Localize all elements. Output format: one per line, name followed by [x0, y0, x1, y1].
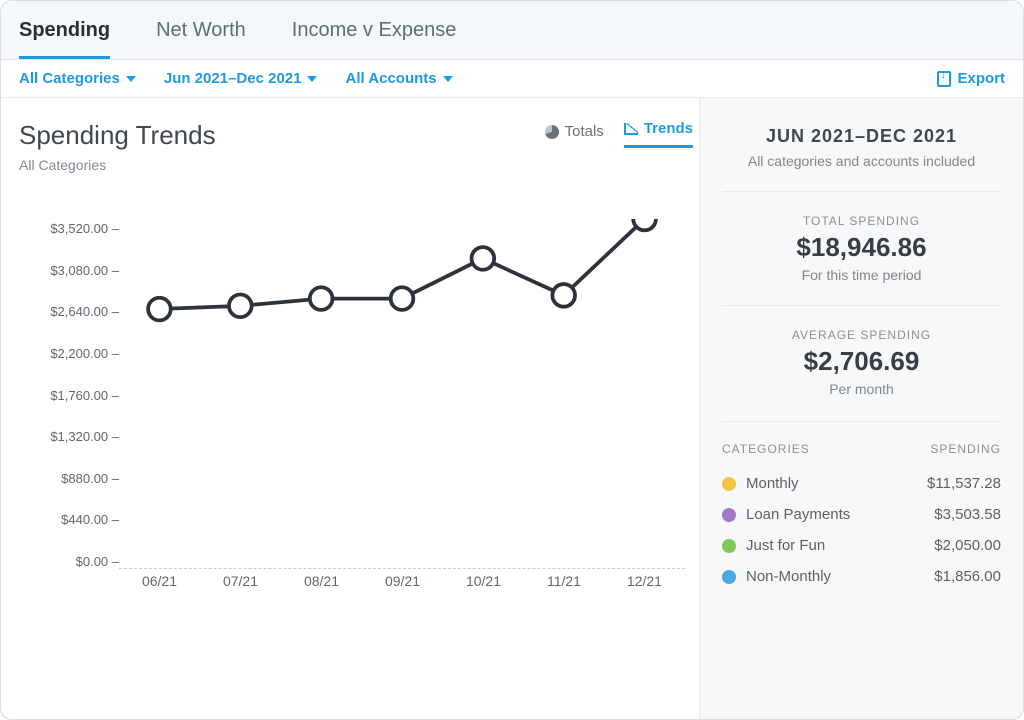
export-label: Export: [957, 70, 1005, 87]
x-tick: 07/21: [223, 573, 258, 599]
category-row[interactable]: Monthly $11,537.28: [722, 468, 1001, 499]
export-icon: [937, 71, 951, 87]
view-totals[interactable]: Totals: [545, 123, 604, 148]
y-tick: $0.00 –: [76, 554, 119, 569]
summary-panel: JUN 2021–DEC 2021 All categories and acc…: [699, 98, 1023, 719]
y-tick: $1,760.00 –: [50, 388, 119, 403]
filter-accounts[interactable]: All Accounts: [345, 70, 452, 87]
category-value: $2,050.00: [934, 537, 1001, 554]
view-trends[interactable]: Trends: [624, 120, 693, 148]
avg-spending-label: AVERAGE SPENDING: [722, 328, 1001, 342]
pie-chart-icon: [545, 125, 559, 139]
page-subtitle: All Categories: [19, 157, 216, 173]
total-spending-sub: For this time period: [722, 267, 1001, 283]
avg-spending-sub: Per month: [722, 381, 1001, 397]
category-list: CATEGORIES SPENDING Monthly $11,537.28 Loa…: [722, 421, 1001, 592]
filter-category-label: All Categories: [19, 70, 120, 87]
category-value: $1,856.00: [934, 568, 1001, 585]
view-trends-label: Trends: [644, 120, 693, 137]
summary-range-sub: All categories and accounts included: [722, 153, 1001, 169]
category-name: Loan Payments: [746, 506, 850, 523]
x-tick: 09/21: [385, 573, 420, 599]
x-axis-labels: 06/21 07/21 08/21 09/21 10/21 11/21 12/21: [119, 573, 685, 599]
spending-header: SPENDING: [930, 442, 1001, 456]
main-panel: Spending Trends All Categories Totals Tr…: [1, 98, 699, 719]
chart: $3,520.00 – $3,080.00 – $2,640.00 – $2,200.…: [19, 219, 693, 599]
y-axis-labels: $3,520.00 – $3,080.00 – $2,640.00 – $2,200.…: [19, 219, 119, 599]
x-tick: 11/21: [547, 573, 581, 599]
summary-range: JUN 2021–DEC 2021: [722, 126, 1001, 147]
top-nav: Spending Net Worth Income v Expense: [1, 1, 1023, 60]
chevron-down-icon: [443, 76, 453, 82]
view-totals-label: Totals: [565, 123, 604, 140]
tab-spending[interactable]: Spending: [19, 19, 110, 59]
category-swatch: [722, 477, 736, 491]
line-chart-icon: [624, 123, 638, 135]
y-tick: $3,080.00 –: [50, 263, 119, 278]
category-swatch: [722, 570, 736, 584]
category-row[interactable]: Just for Fun $2,050.00: [722, 530, 1001, 561]
category-value: $11,537.28: [927, 475, 1001, 492]
x-tick: 06/21: [142, 573, 177, 599]
avg-spending-value: $2,706.69: [722, 346, 1001, 377]
x-tick: 10/21: [466, 573, 501, 599]
chevron-down-icon: [307, 76, 317, 82]
category-header: CATEGORIES: [722, 442, 810, 456]
y-tick: $1,320.00 –: [50, 429, 119, 444]
category-row[interactable]: Non-Monthly $1,856.00: [722, 561, 1001, 592]
page-title: Spending Trends: [19, 120, 216, 151]
y-tick: $440.00 –: [61, 512, 119, 527]
tab-income-expense[interactable]: Income v Expense: [292, 19, 457, 59]
filter-bar: All Categories Jun 2021–Dec 2021 All Acc…: [1, 60, 1023, 98]
filter-period[interactable]: Jun 2021–Dec 2021: [164, 70, 318, 87]
total-spending-value: $18,946.86: [722, 232, 1001, 263]
y-tick: $880.00 –: [61, 471, 119, 486]
filter-accounts-label: All Accounts: [345, 70, 436, 87]
filter-period-label: Jun 2021–Dec 2021: [164, 70, 302, 87]
category-swatch: [722, 539, 736, 553]
bars: [119, 219, 685, 569]
category-name: Just for Fun: [746, 537, 825, 554]
category-name: Monthly: [746, 475, 799, 492]
y-tick: $2,640.00 –: [50, 304, 119, 319]
plot-area: 06/21 07/21 08/21 09/21 10/21 11/21 12/21: [119, 219, 693, 599]
tab-net-worth[interactable]: Net Worth: [156, 19, 246, 59]
category-name: Non-Monthly: [746, 568, 831, 585]
category-swatch: [722, 508, 736, 522]
y-tick: $3,520.00 –: [50, 221, 119, 236]
y-tick: $2,200.00 –: [50, 346, 119, 361]
category-value: $3,503.58: [934, 506, 1001, 523]
x-tick: 08/21: [304, 573, 339, 599]
category-row[interactable]: Loan Payments $3,503.58: [722, 499, 1001, 530]
chevron-down-icon: [126, 76, 136, 82]
total-spending-label: TOTAL SPENDING: [722, 214, 1001, 228]
filter-category[interactable]: All Categories: [19, 70, 136, 87]
x-tick: 12/21: [627, 573, 662, 599]
export-button[interactable]: Export: [937, 70, 1005, 87]
